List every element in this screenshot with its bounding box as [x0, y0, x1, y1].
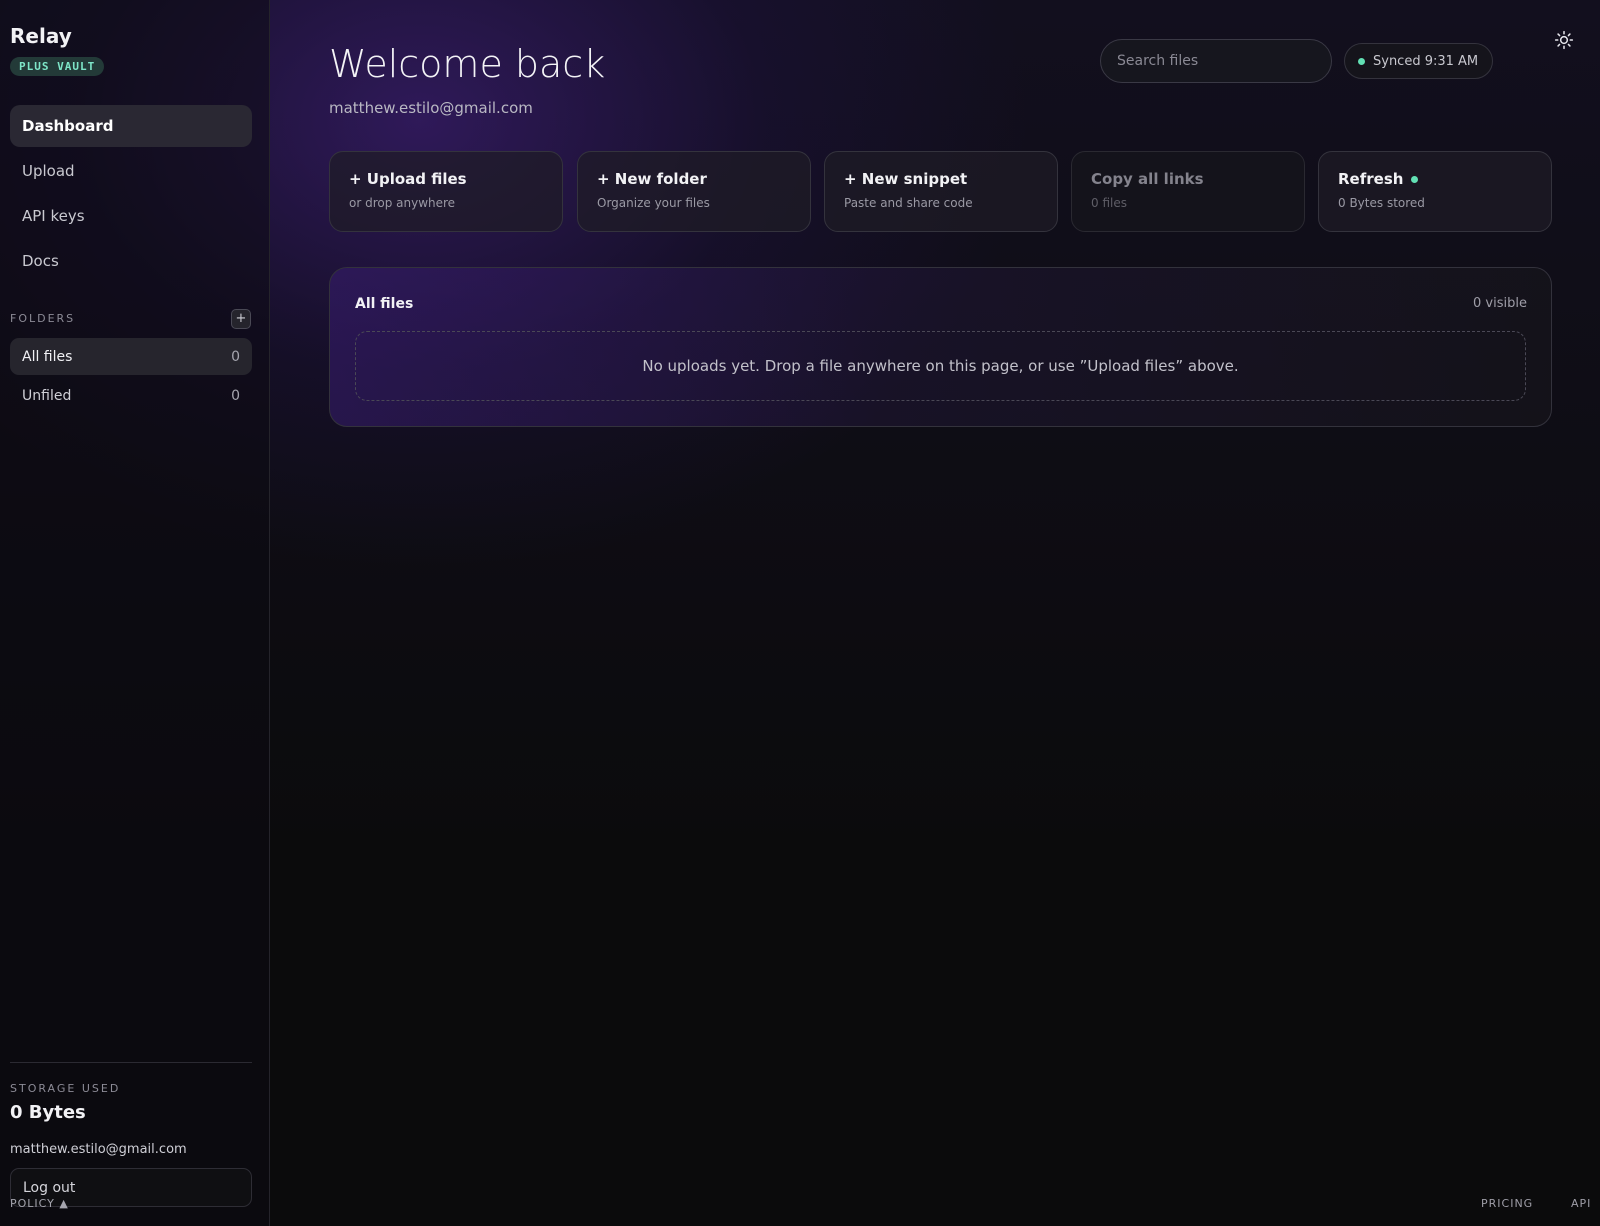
nav-item-label: Docs	[22, 252, 59, 270]
sync-status: Synced 9:31 AM	[1344, 43, 1494, 79]
sync-status-text: Synced 9:31 AM	[1373, 53, 1479, 69]
folder-item-unfiled[interactable]: Unfiled 0	[10, 377, 252, 414]
action-subtitle: 0 files	[1091, 196, 1127, 210]
folder-count: 0	[231, 348, 240, 365]
storage-value: 0 Bytes	[10, 1102, 86, 1123]
folders-heading: FOLDERS	[10, 312, 76, 325]
action-subtitle: or drop anywhere	[349, 196, 456, 210]
nav-item-api-keys[interactable]: API keys	[10, 195, 252, 237]
new-folder-button[interactable]: + New folder Organize your files	[577, 151, 811, 232]
status-dot	[1358, 57, 1365, 65]
files-visible-count: 0 visible	[1473, 296, 1527, 311]
plan-badge: PLUS VAULT	[10, 57, 105, 76]
folder-item-all-files[interactable]: All files 0	[10, 338, 252, 375]
files-panel-title: All files	[355, 296, 414, 312]
sidebar: Relay PLUS VAULT Dashboard Upload API ke…	[0, 0, 270, 1226]
file-drop-zone[interactable]: No uploads yet. Drop a file anywhere on …	[355, 331, 1526, 401]
action-title: + New folder	[597, 170, 707, 188]
folder-label: All files	[22, 348, 73, 365]
page-title: Welcome back	[329, 42, 606, 86]
brand-logo[interactable]: Relay	[10, 24, 72, 48]
copy-all-links-button[interactable]: Copy all links 0 files	[1071, 151, 1305, 232]
logout-label: Log out	[23, 1179, 76, 1196]
api-link[interactable]: API	[1571, 1197, 1591, 1210]
action-title: + Upload files	[349, 170, 467, 188]
user-email: matthew.estilo@gmail.com	[329, 99, 533, 117]
status-dot	[1411, 175, 1419, 183]
add-folder-button[interactable]: +	[231, 309, 251, 329]
action-title: + New snippet	[844, 170, 968, 188]
sun-icon	[1554, 30, 1574, 50]
nav-item-upload[interactable]: Upload	[10, 150, 252, 192]
action-subtitle: Organize your files	[597, 196, 710, 210]
nav-item-dashboard[interactable]: Dashboard	[10, 105, 252, 147]
action-subtitle: 0 Bytes stored	[1338, 196, 1425, 210]
sidebar-divider	[10, 1062, 252, 1063]
refresh-button[interactable]: Refresh 0 Bytes stored	[1318, 151, 1552, 232]
action-title: Copy all links	[1091, 170, 1204, 188]
action-title-row: Refresh	[1338, 170, 1532, 188]
action-title: Refresh	[1338, 170, 1404, 188]
folder-label: Unfiled	[22, 387, 72, 404]
pricing-link[interactable]: PRICING	[1481, 1197, 1533, 1210]
upload-files-button[interactable]: + Upload files or drop anywhere	[329, 151, 563, 232]
search-input[interactable]	[1100, 39, 1332, 83]
files-panel: All files 0 visible No uploads yet. Drop…	[329, 267, 1552, 427]
empty-state-message: No uploads yet. Drop a file anywhere on …	[642, 357, 1239, 375]
folder-count: 0	[231, 387, 240, 404]
plus-icon: +	[235, 311, 247, 326]
storage-label: STORAGE USED	[10, 1082, 121, 1095]
policy-link[interactable]: POLICY ▲	[10, 1197, 69, 1210]
account-email: matthew.estilo@gmail.com	[10, 1142, 187, 1157]
nav-item-label: Upload	[22, 162, 75, 180]
action-subtitle: Paste and share code	[844, 196, 973, 210]
app: Relay PLUS VAULT Dashboard Upload API ke…	[0, 0, 1600, 1226]
nav-item-label: Dashboard	[22, 117, 114, 135]
nav-item-label: API keys	[22, 207, 85, 225]
new-snippet-button[interactable]: + New snippet Paste and share code	[824, 151, 1058, 232]
theme-toggle-button[interactable]	[1552, 28, 1576, 52]
nav-item-docs[interactable]: Docs	[10, 240, 252, 282]
